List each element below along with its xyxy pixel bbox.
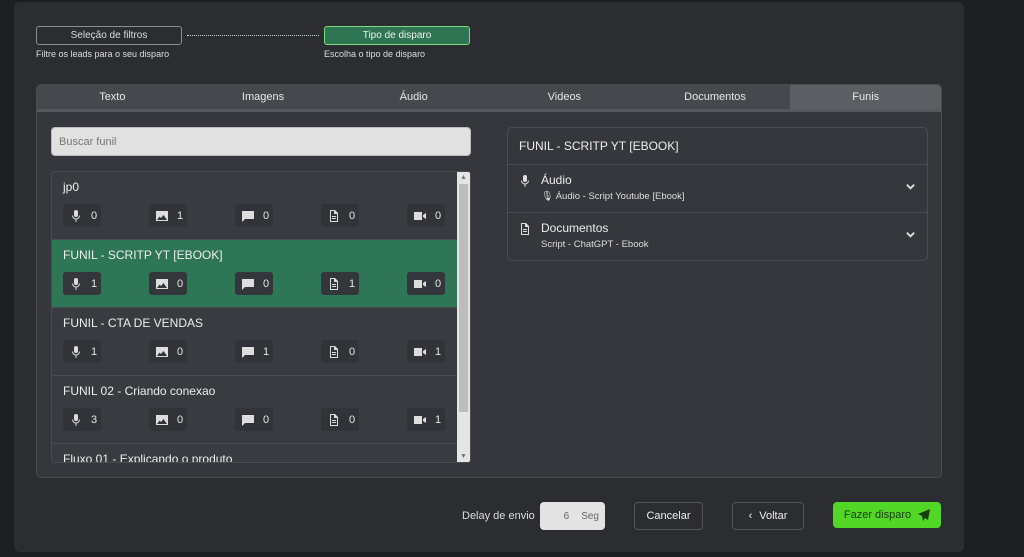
microphone-icon [72,277,80,290]
document-icon [330,345,338,358]
scroll-down-icon[interactable]: ▼ [460,453,467,460]
step-subtitle: Filtre os leads para o seu disparo [36,49,170,59]
detail-section-audio[interactable]: Áudio 🎙︎ Áudio - Script Youtube [Ebook] [508,165,927,213]
count-audio: 1 [63,272,101,295]
chevron-down-icon[interactable] [905,229,916,240]
count-video: 1 [407,408,445,431]
document-icon [330,413,338,426]
count-document: 0 [321,408,359,431]
count-image: 0 [149,272,187,295]
microphone-icon [72,345,80,358]
funnel-name: jp0 [63,180,80,194]
count-audio: 3 [63,408,101,431]
count-text: 0 [235,204,273,227]
microphone-icon [72,209,80,222]
delay-label: Delay de envio [462,510,535,522]
document-icon [330,277,338,290]
message-icon [242,346,254,358]
image-icon [156,210,168,221]
tab-imagens[interactable]: Imagens [188,85,339,109]
step-connector [187,35,319,36]
image-icon [156,346,168,357]
back-button[interactable]: ‹ Voltar [732,502,804,530]
message-icon [242,278,254,290]
delay-value: 6 [563,510,570,522]
count-video: 0 [407,204,445,227]
video-icon [414,347,426,356]
document-icon [330,209,338,222]
funnel-name: FUNIL - CTA DE VENDAS [63,316,204,330]
funnel-item[interactable]: FUNIL - SCRITP YT [EBOOK] 1 0 0 1 0 [52,240,470,308]
section-item: Script - ChatGPT - Ebook [541,239,649,250]
tab-bar: Texto Imagens Áudio Videos Documentos Funis [37,85,941,112]
step-label: Seleção de filtros [70,30,148,41]
tab-documentos[interactable]: Documentos [640,85,791,109]
funnel-detail: FUNIL - SCRITP YT [EBOOK] Áudio 🎙︎ Áudio… [507,127,928,261]
funnel-item[interactable]: jp0 0 1 0 0 0 [52,172,470,240]
funnel-item[interactable]: Fluxo 01 - Explicando o produto [52,444,470,463]
count-document: 1 [321,272,359,295]
document-icon [521,223,529,235]
chevron-down-icon[interactable] [905,181,916,192]
funnel-name: Fluxo 01 - Explicando o produto [63,452,233,463]
step-type[interactable]: Tipo de disparo [324,26,470,45]
scrollbar[interactable]: ▲ ▼ [457,172,470,462]
tab-áudio[interactable]: Áudio [338,85,489,109]
count-image: 1 [149,204,187,227]
message-icon [242,210,254,222]
count-text: 0 [235,272,273,295]
count-video: 0 [407,272,445,295]
microphone-icon [72,413,80,426]
tab-texto[interactable]: Texto [37,85,188,109]
funnel-item[interactable]: FUNIL 02 - Criando conexao 3 0 0 0 1 [52,376,470,444]
tab-videos[interactable]: Videos [489,85,640,109]
video-icon [414,279,426,288]
video-icon [414,415,426,424]
step-subtitle: Escolha o tipo de disparo [324,49,426,59]
step-label: Tipo de disparo [362,30,432,41]
section-title: Áudio [541,173,572,187]
count-image: 0 [149,408,187,431]
count-text: 1 [235,340,273,363]
image-icon [156,278,168,289]
scroll-up-icon[interactable]: ▲ [460,174,467,181]
detail-title: FUNIL - SCRITP YT [EBOOK] [508,128,927,165]
count-document: 0 [321,204,359,227]
microphone-icon [521,175,529,187]
detail-section-documents[interactable]: Documentos Script - ChatGPT - Ebook [508,213,927,261]
delay-input[interactable]: 6 Seg [540,502,605,530]
step-filters[interactable]: Seleção de filtros [36,26,182,45]
funnel-name: FUNIL - SCRITP YT [EBOOK] [63,248,223,262]
count-audio: 1 [63,340,101,363]
cancel-button[interactable]: Cancelar [634,502,703,530]
send-icon [918,509,931,521]
search-funnel-input[interactable] [51,127,471,156]
count-text: 0 [235,408,273,431]
submit-button[interactable]: Fazer disparo [833,502,941,528]
scrollbar-thumb[interactable] [459,184,468,412]
count-image: 0 [149,340,187,363]
funnel-item[interactable]: FUNIL - CTA DE VENDAS 1 0 1 0 1 [52,308,470,376]
section-title: Documentos [541,221,609,235]
image-icon [156,414,168,425]
funnel-list: jp0 0 1 0 0 0 FUNIL - SCRITP YT [EBOOK] 1 0 0 1 0 FU… [51,171,471,463]
chevron-left-icon: ‹ [748,510,753,522]
section-item: 🎙︎ Áudio - Script Youtube [Ebook] [541,191,685,202]
content-tabs: TextoImagensÁudioVideosDocumentosFunis j… [36,84,942,478]
funnel-name: FUNIL 02 - Criando conexao [63,384,216,398]
count-video: 1 [407,340,445,363]
message-icon [242,414,254,426]
tab-funis[interactable]: Funis [790,85,941,109]
video-icon [414,211,426,220]
count-audio: 0 [63,204,101,227]
delay-unit: Seg [581,510,599,522]
count-document: 0 [321,340,359,363]
